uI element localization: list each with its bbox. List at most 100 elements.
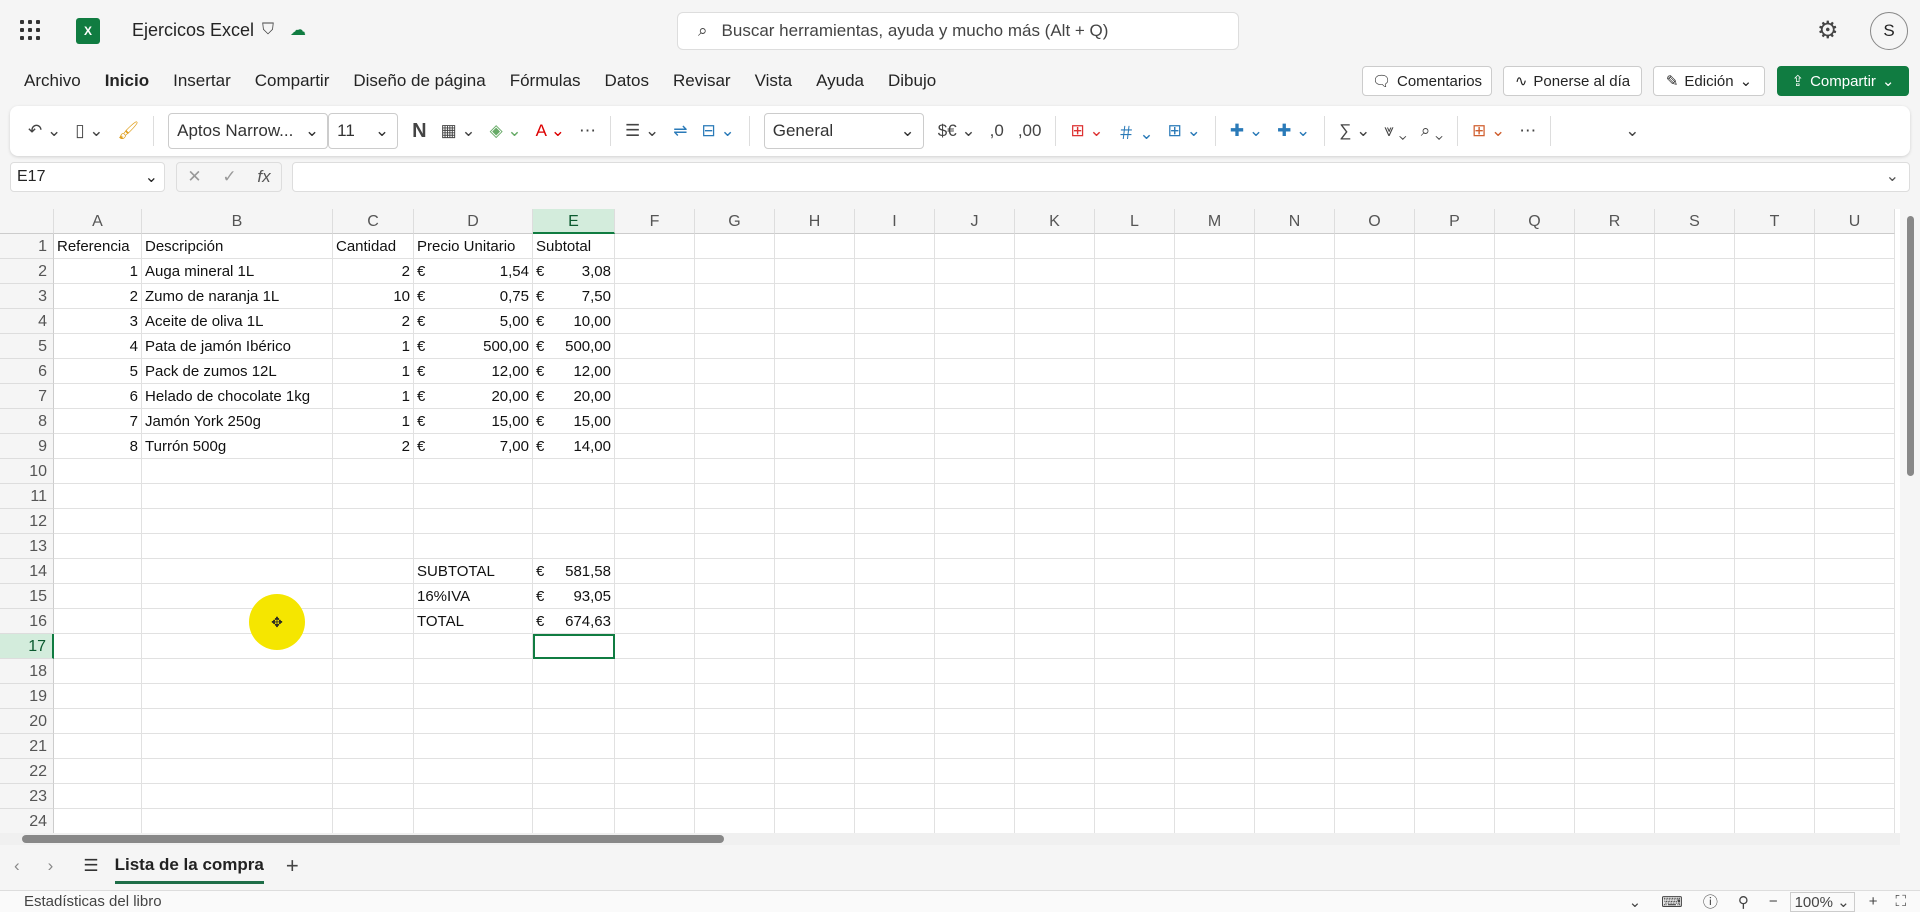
- column-header-U[interactable]: U: [1815, 209, 1895, 234]
- cell-G5[interactable]: [695, 334, 775, 359]
- cell-R6[interactable]: [1575, 359, 1655, 384]
- column-header-T[interactable]: T: [1735, 209, 1815, 234]
- cell-T24[interactable]: [1735, 809, 1815, 833]
- insert-cells-icon[interactable]: ✚ ⌄: [1230, 121, 1263, 141]
- cell-R9[interactable]: [1575, 434, 1655, 459]
- cell-G3[interactable]: [695, 284, 775, 309]
- cell-C11[interactable]: [333, 484, 414, 509]
- cell-N13[interactable]: [1255, 534, 1335, 559]
- cell-B6[interactable]: Pack de zumos 12L: [142, 359, 333, 384]
- cell-F13[interactable]: [615, 534, 695, 559]
- cell-M10[interactable]: [1175, 459, 1255, 484]
- cell-F11[interactable]: [615, 484, 695, 509]
- fill-color-icon[interactable]: ◈ ⌄: [490, 121, 522, 141]
- cell-M15[interactable]: [1175, 584, 1255, 609]
- cell-M1[interactable]: [1175, 234, 1255, 259]
- cell-H20[interactable]: [775, 709, 855, 734]
- cell-R15[interactable]: [1575, 584, 1655, 609]
- cell-J4[interactable]: [935, 309, 1015, 334]
- cell-N22[interactable]: [1255, 759, 1335, 784]
- cell-K13[interactable]: [1015, 534, 1095, 559]
- help-icon[interactable]: ⓘ: [1703, 891, 1718, 912]
- cell-M6[interactable]: [1175, 359, 1255, 384]
- cell-T20[interactable]: [1735, 709, 1815, 734]
- cell-T12[interactable]: [1735, 509, 1815, 534]
- cell-I23[interactable]: [855, 784, 935, 809]
- cell-K16[interactable]: [1015, 609, 1095, 634]
- cell-M14[interactable]: [1175, 559, 1255, 584]
- cell-J3[interactable]: [935, 284, 1015, 309]
- cell-C1[interactable]: Cantidad: [333, 234, 414, 259]
- cell-B8[interactable]: Jamón York 250g: [142, 409, 333, 434]
- cell-M24[interactable]: [1175, 809, 1255, 833]
- cell-O15[interactable]: [1335, 584, 1415, 609]
- row-header[interactable]: 11: [0, 484, 54, 509]
- spreadsheet-grid[interactable]: A B C D E F G H I J K L M N O P Q R S T U 1 Referencia Descripc…: [0, 209, 1900, 833]
- cell-A24[interactable]: [54, 809, 142, 833]
- cell-T17[interactable]: [1735, 634, 1815, 659]
- cell-D2[interactable]: 1,54 €: [414, 259, 533, 284]
- cell-B17[interactable]: [142, 634, 333, 659]
- row-header[interactable]: 17: [0, 634, 54, 659]
- cell-P14[interactable]: [1415, 559, 1495, 584]
- formula-input[interactable]: ⌄: [292, 162, 1910, 192]
- cell-R19[interactable]: [1575, 684, 1655, 709]
- cell-C2[interactable]: 2: [333, 259, 414, 284]
- cell-B18[interactable]: [142, 659, 333, 684]
- cell-A12[interactable]: [54, 509, 142, 534]
- row-header[interactable]: 2: [0, 259, 54, 284]
- cell-U22[interactable]: [1815, 759, 1895, 784]
- cell-K24[interactable]: [1015, 809, 1095, 833]
- cell-B11[interactable]: [142, 484, 333, 509]
- cell-U6[interactable]: [1815, 359, 1895, 384]
- cell-D17[interactable]: [414, 634, 533, 659]
- cell-T19[interactable]: [1735, 684, 1815, 709]
- app-launcher-icon[interactable]: [20, 20, 40, 40]
- cell-C17[interactable]: [333, 634, 414, 659]
- cell-H8[interactable]: [775, 409, 855, 434]
- cell-S14[interactable]: [1655, 559, 1735, 584]
- cell-A13[interactable]: [54, 534, 142, 559]
- cell-A21[interactable]: [54, 734, 142, 759]
- column-header-B[interactable]: B: [142, 209, 333, 234]
- cell-L21[interactable]: [1095, 734, 1175, 759]
- cell-T9[interactable]: [1735, 434, 1815, 459]
- font-name-select[interactable]: Aptos Narrow... ⌄: [168, 113, 329, 149]
- cell-F21[interactable]: [615, 734, 695, 759]
- enter-icon[interactable]: ✓: [222, 167, 236, 187]
- cell-L17[interactable]: [1095, 634, 1175, 659]
- cell-O13[interactable]: [1335, 534, 1415, 559]
- column-header-D[interactable]: D: [414, 209, 533, 234]
- cell-Q10[interactable]: [1495, 459, 1575, 484]
- cell-R17[interactable]: [1575, 634, 1655, 659]
- cell-D7[interactable]: 20,00 €: [414, 384, 533, 409]
- cell-K20[interactable]: [1015, 709, 1095, 734]
- cell-N9[interactable]: [1255, 434, 1335, 459]
- cell-C12[interactable]: [333, 509, 414, 534]
- cell-K18[interactable]: [1015, 659, 1095, 684]
- menu-tab-datos[interactable]: Datos: [605, 71, 649, 91]
- cell-S9[interactable]: [1655, 434, 1735, 459]
- cell-D24[interactable]: [414, 809, 533, 833]
- cell-K1[interactable]: [1015, 234, 1095, 259]
- cell-U15[interactable]: [1815, 584, 1895, 609]
- cell-Q2[interactable]: [1495, 259, 1575, 284]
- cell-I18[interactable]: [855, 659, 935, 684]
- menu-tab-diseño-de-página[interactable]: Diseño de página: [353, 71, 485, 91]
- cell-E21[interactable]: [533, 734, 615, 759]
- cell-R12[interactable]: [1575, 509, 1655, 534]
- column-header-R[interactable]: R: [1575, 209, 1655, 234]
- cell-H13[interactable]: [775, 534, 855, 559]
- cell-D20[interactable]: [414, 709, 533, 734]
- cell-R4[interactable]: [1575, 309, 1655, 334]
- cell-E4[interactable]: 10,00 €: [533, 309, 615, 334]
- row-header[interactable]: 22: [0, 759, 54, 784]
- cell-P18[interactable]: [1415, 659, 1495, 684]
- cell-Q1[interactable]: [1495, 234, 1575, 259]
- cell-J24[interactable]: [935, 809, 1015, 833]
- cell-P15[interactable]: [1415, 584, 1495, 609]
- cell-G24[interactable]: [695, 809, 775, 833]
- cell-Q5[interactable]: [1495, 334, 1575, 359]
- cell-T11[interactable]: [1735, 484, 1815, 509]
- cell-K15[interactable]: [1015, 584, 1095, 609]
